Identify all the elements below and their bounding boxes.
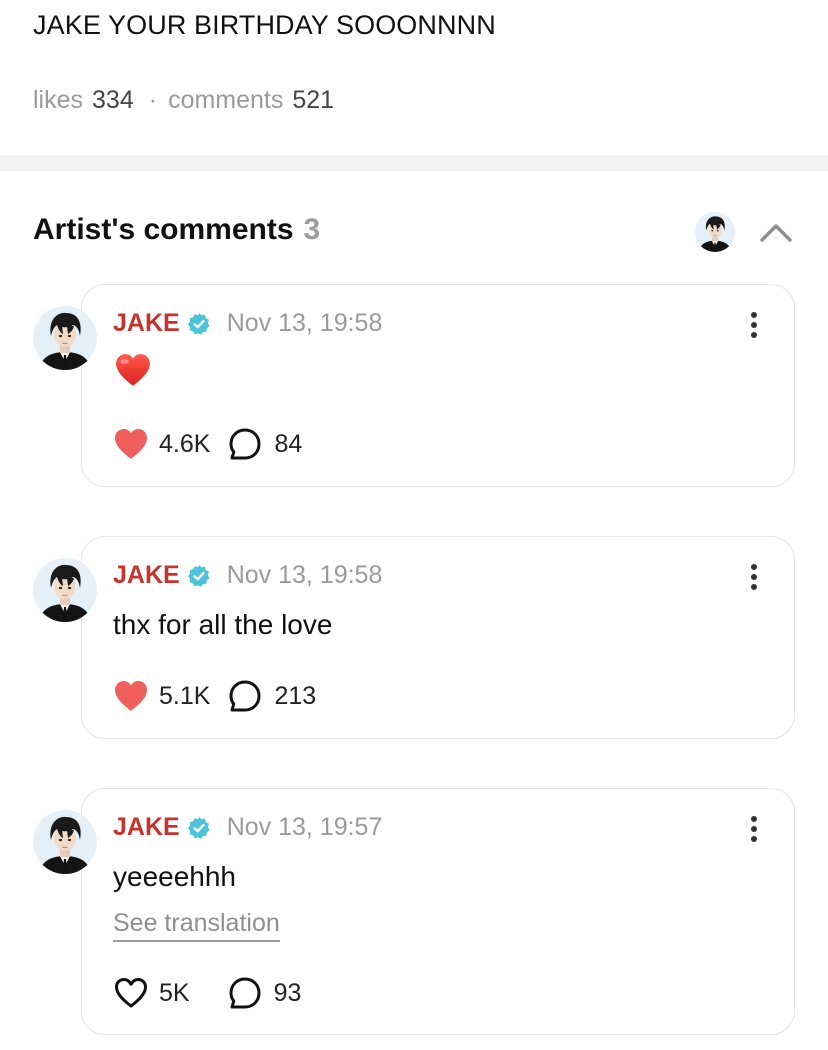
reply-bubble-icon <box>228 427 262 461</box>
likes-label: likes <box>33 86 84 114</box>
reply-count: 84 <box>274 429 303 458</box>
comments-label: comments <box>168 86 284 114</box>
chevron-up-icon[interactable] <box>758 218 794 246</box>
red-heart-emoji-icon <box>116 354 150 386</box>
comment-timestamp: Nov 13, 19:58 <box>226 561 383 589</box>
stats-separator: · <box>148 86 158 114</box>
reply-button[interactable]: 213 <box>228 679 316 713</box>
more-options-icon[interactable] <box>750 311 758 339</box>
see-translation-link[interactable]: See translation <box>113 909 280 942</box>
like-button[interactable]: 5K <box>113 977 190 1009</box>
reply-count: 213 <box>274 681 317 710</box>
commenter-avatar-icon[interactable] <box>33 306 97 370</box>
reply-button[interactable]: 93 <box>228 976 302 1010</box>
comment-body: yeeeehhh <box>113 861 237 892</box>
comment-author[interactable]: JAKE <box>113 813 180 842</box>
reply-count: 93 <box>273 978 302 1007</box>
like-button[interactable]: 4.6K <box>113 428 210 460</box>
heart-filled-icon <box>113 680 149 712</box>
heart-outline-icon <box>113 977 149 1009</box>
verified-badge-icon <box>187 312 211 336</box>
section-divider <box>0 155 828 171</box>
comment-actions: 5.1K 213 <box>113 679 316 713</box>
comment-actions: 5K 93 <box>113 976 301 1010</box>
heart-filled-icon <box>113 428 149 460</box>
post-stats: likes 334 · comments 521 <box>33 86 334 115</box>
comment-timestamp: Nov 13, 19:57 <box>226 813 383 841</box>
verified-badge-icon <box>187 816 211 840</box>
comment-card: JAKE Nov 13, 19:58 thx for all the love … <box>81 536 795 739</box>
artist-avatar-icon[interactable] <box>695 212 735 252</box>
comment-card: JAKE Nov 13, 19:57 yeeeehhh See translat… <box>81 788 795 1035</box>
comment-meta: JAKE Nov 13, 19:58 <box>113 309 382 338</box>
comment-actions: 4.6K 84 <box>113 427 302 461</box>
artist-comments-count: 3 <box>303 213 321 246</box>
more-options-icon[interactable] <box>750 563 758 591</box>
reply-bubble-icon <box>228 679 262 713</box>
post-title: JAKE YOUR BIRTHDAY SOOONNNN <box>33 10 496 40</box>
comment-timestamp: Nov 13, 19:58 <box>226 309 383 337</box>
likes-count: 334 <box>92 86 134 114</box>
comment-card: JAKE Nov 13, 19:58 4.6K 84 <box>81 284 795 487</box>
comment-meta: JAKE Nov 13, 19:57 <box>113 813 382 842</box>
comment-author[interactable]: JAKE <box>113 309 180 338</box>
like-count: 5.1K <box>159 681 211 710</box>
reply-bubble-icon <box>228 976 262 1010</box>
comment-author[interactable]: JAKE <box>113 561 180 590</box>
like-count: 5K <box>159 978 190 1007</box>
commenter-avatar-icon[interactable] <box>33 810 97 874</box>
verified-badge-icon <box>187 564 211 588</box>
comments-count: 521 <box>292 86 335 114</box>
comment-body: thx for all the love <box>113 609 333 640</box>
more-options-icon[interactable] <box>750 815 758 843</box>
reply-button[interactable]: 84 <box>228 427 302 461</box>
commenter-avatar-icon[interactable] <box>33 558 97 622</box>
artist-comments-heading: Artist's comments 3 <box>33 213 320 247</box>
comment-meta: JAKE Nov 13, 19:58 <box>113 561 382 590</box>
like-button[interactable]: 5.1K <box>113 680 210 712</box>
like-count: 4.6K <box>159 429 211 458</box>
artist-comments-title: Artist's comments <box>33 213 294 246</box>
